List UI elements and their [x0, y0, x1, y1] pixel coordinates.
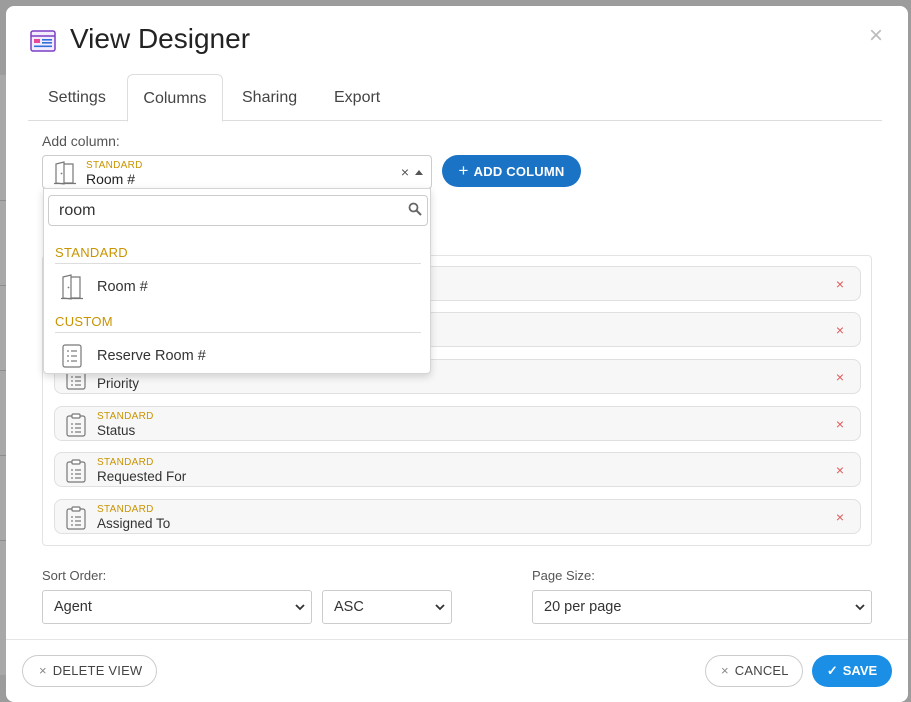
sort-field-select[interactable]: Agent [42, 590, 312, 624]
dropdown-group-standard: STANDARD [55, 245, 421, 264]
column-category: STANDARD [97, 411, 154, 422]
view-designer-modal: View Designer × Settings Columns Sharing… [6, 6, 908, 702]
close-icon: × [721, 663, 729, 678]
sort-direction-select[interactable]: ASC [322, 590, 452, 624]
sort-field-value: Agent [54, 599, 92, 615]
chevron-down-icon [295, 604, 305, 611]
tab-columns[interactable]: Columns [127, 74, 223, 122]
door-icon [54, 161, 76, 185]
tab-sharing[interactable]: Sharing [242, 74, 297, 121]
column-item[interactable]: STANDARD Assigned To × [54, 499, 861, 534]
tab-bar: Settings Columns Sharing Export [28, 74, 882, 122]
sort-direction-value: ASC [334, 599, 364, 615]
column-name: Status [97, 423, 136, 438]
check-icon: ✓ [826, 663, 838, 678]
modal-header: View Designer × [6, 6, 908, 76]
add-column-button-label: ADD COLUMN [473, 164, 565, 179]
column-item[interactable]: STANDARD Status × [54, 406, 861, 441]
add-column-button[interactable]: + ADD COLUMN [442, 155, 581, 187]
save-label: SAVE [842, 663, 878, 678]
add-column-label: Add column: [42, 133, 120, 149]
remove-column-icon[interactable]: × [836, 509, 844, 525]
page-size-value: 20 per page [544, 599, 622, 615]
view-designer-icon [30, 30, 56, 52]
search-icon [408, 202, 422, 216]
column-category: STANDARD [97, 457, 154, 468]
dropdown-option[interactable]: Room # [48, 269, 428, 305]
modal-footer: × DELETE VIEW × CANCEL ✓ SAVE [6, 639, 908, 702]
close-icon: × [39, 663, 47, 678]
column-name: Requested For [97, 469, 187, 484]
column-dropdown: STANDARD Room # CUSTOM Reserve Room # [43, 188, 431, 374]
page-size-label: Page Size: [532, 568, 595, 583]
cancel-button[interactable]: × CANCEL [705, 655, 803, 687]
delete-view-label: DELETE VIEW [52, 663, 143, 678]
close-icon[interactable]: × [866, 24, 886, 48]
column-item[interactable]: STANDARD Requested For × [54, 452, 861, 487]
sort-order-label: Sort Order: [42, 568, 107, 583]
column-name: Priority [97, 376, 140, 391]
remove-column-icon[interactable]: × [836, 322, 844, 338]
dropdown-option-label: Room # [97, 279, 148, 295]
chevron-down-icon [855, 604, 865, 611]
clipboard-list-icon [66, 506, 86, 530]
remove-column-icon[interactable]: × [836, 276, 844, 292]
clipboard-list-icon [66, 413, 86, 437]
clipboard-list-icon [66, 459, 86, 483]
column-search-input[interactable] [48, 195, 428, 226]
column-name: Assigned To [97, 516, 171, 531]
dropdown-option-label: Reserve Room # [97, 348, 206, 364]
dropdown-group-custom: CUSTOM [55, 314, 421, 333]
plus-icon: + [458, 161, 469, 180]
remove-column-icon[interactable]: × [836, 462, 844, 478]
modal-title: View Designer [70, 23, 251, 54]
column-select[interactable]: STANDARD Room # × [42, 155, 432, 189]
door-icon [61, 274, 83, 300]
cancel-label: CANCEL [734, 663, 789, 678]
page-size-select[interactable]: 20 per page [532, 590, 872, 624]
caret-up-icon[interactable] [415, 170, 423, 175]
list-icon [62, 344, 82, 368]
dropdown-option[interactable]: Reserve Room # [48, 338, 428, 374]
remove-column-icon[interactable]: × [836, 416, 844, 432]
save-button[interactable]: ✓ SAVE [812, 655, 892, 687]
delete-view-button[interactable]: × DELETE VIEW [22, 655, 157, 687]
remove-column-icon[interactable]: × [836, 369, 844, 385]
column-category: STANDARD [97, 504, 154, 515]
selected-value: Room # [86, 171, 136, 187]
tab-settings[interactable]: Settings [48, 74, 106, 121]
tab-export[interactable]: Export [334, 74, 380, 121]
clear-icon[interactable]: × [401, 164, 409, 180]
selected-category: STANDARD [86, 160, 143, 171]
chevron-down-icon [435, 604, 445, 611]
